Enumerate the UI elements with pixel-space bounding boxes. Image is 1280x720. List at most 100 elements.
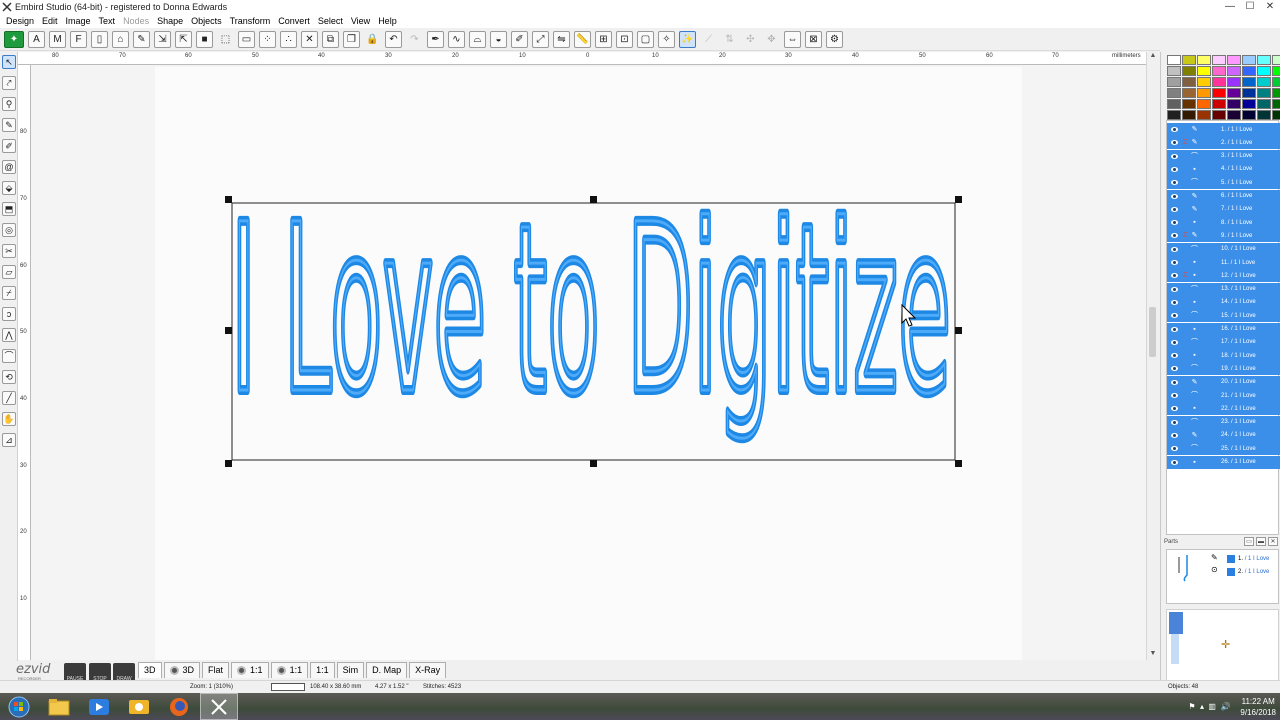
color-swatch[interactable] (1182, 99, 1196, 109)
visibility-eye-icon[interactable] (1171, 326, 1178, 332)
color-swatch[interactable] (1212, 88, 1226, 98)
object-row[interactable]: ⌒ 21. / 1 I Love (1167, 389, 1280, 402)
fill-icon[interactable]: ◒ (490, 31, 507, 48)
maximize-button[interactable]: ☐ (1240, 0, 1260, 14)
menu-text[interactable]: Text (95, 16, 120, 26)
color-swatch[interactable] (1242, 77, 1256, 87)
scroll-up-icon[interactable]: ▲ (1147, 52, 1159, 62)
eraser-tool-icon[interactable]: ▱ (2, 265, 16, 279)
curve-icon[interactable]: ∿ (448, 31, 465, 48)
edit-file-icon[interactable]: ✎ (133, 31, 150, 48)
pointer-tool-icon[interactable]: ↖ (2, 55, 16, 69)
stamp-tool-icon[interactable]: ⬙ (2, 181, 16, 195)
visibility-eye-icon[interactable] (1171, 153, 1178, 159)
taskbar-explorer[interactable] (40, 693, 78, 720)
arc-tool-icon[interactable]: ⌒ (2, 349, 16, 363)
taskbar-embird[interactable] (200, 693, 238, 720)
select-box-icon[interactable]: ⬚ (217, 31, 234, 48)
resize-handle-n[interactable] (590, 196, 597, 203)
visibility-eye-icon[interactable] (1171, 273, 1178, 279)
overview-preview[interactable]: ✛ (1166, 609, 1279, 689)
object-row[interactable]: ▪ 18. / 1 I Love (1167, 349, 1280, 363)
color-swatch[interactable] (1257, 99, 1271, 109)
color-swatch[interactable] (1167, 99, 1181, 109)
settings-gear-icon[interactable]: ⚙ (826, 31, 843, 48)
color-swatch[interactable] (1212, 66, 1226, 76)
menu-convert[interactable]: Convert (274, 16, 314, 26)
magic-wand-icon[interactable]: ✨ (679, 31, 696, 48)
color-swatch[interactable] (1272, 77, 1280, 87)
part-row[interactable]: 2. / 1 I Love (1227, 566, 1279, 577)
tab-dmap[interactable]: D. Map (366, 662, 408, 678)
object-row[interactable]: ✎ 6. / 1 I Love (1167, 189, 1280, 203)
close-button[interactable]: ✕ (1260, 0, 1280, 14)
zoom-tool-icon[interactable]: ⚲ (2, 97, 16, 111)
parts-list[interactable]: 1. / 1 I Love 2. / 1 I Love ✎ ⊙ (1166, 549, 1279, 604)
object-row[interactable]: ⌒ 15. / 1 I Love (1167, 309, 1280, 323)
color-swatch[interactable] (1212, 99, 1226, 109)
align-icon[interactable]: ⇅ (721, 31, 738, 48)
auto-digitize-icon[interactable]: ✦ (4, 31, 24, 48)
object-list[interactable]: ✎ 1. / 1 I Love Z ✎ 2. / 1 I Love ⌒ 3. / 1 I L… (1166, 120, 1280, 535)
save-icon[interactable]: ■ (196, 31, 213, 48)
visibility-eye-icon[interactable] (1171, 166, 1178, 172)
knife-tool-icon[interactable]: ⌿ (2, 286, 16, 300)
color-swatch[interactable] (1242, 99, 1256, 109)
visibility-eye-icon[interactable] (1171, 432, 1178, 438)
menu-view[interactable]: View (347, 16, 374, 26)
tab-flat[interactable]: Flat (202, 662, 230, 678)
color-swatch[interactable] (1197, 77, 1211, 87)
object-row[interactable]: Z ✎ 2. / 1 I Love (1167, 136, 1280, 150)
object-row[interactable]: ✎ 7. / 1 I Love (1167, 202, 1280, 216)
color-swatch[interactable] (1197, 55, 1211, 65)
color-swatch[interactable] (1242, 66, 1256, 76)
menu-select[interactable]: Select (314, 16, 347, 26)
undo-icon[interactable]: ↶ (385, 31, 402, 48)
taskbar-firefox[interactable] (160, 693, 198, 720)
object-row[interactable]: ⌒ 19. / 1 I Love (1167, 362, 1280, 376)
copy-icon[interactable]: ❐ (343, 31, 360, 48)
visibility-eye-icon[interactable] (1171, 180, 1178, 186)
resize-handle-s[interactable] (590, 460, 597, 467)
stop-icon[interactable]: ▢ (637, 31, 654, 48)
open-file-icon[interactable]: ⌂ (112, 31, 129, 48)
font-icon[interactable]: F (70, 31, 87, 48)
visibility-eye-icon[interactable] (1171, 127, 1178, 132)
object-row[interactable]: ⌒ 5. / 1 I Love (1167, 176, 1280, 190)
tab-xray[interactable]: X-Ray (409, 662, 447, 678)
visibility-eye-icon[interactable] (1171, 220, 1178, 226)
circle-tool-icon[interactable]: ◎ (2, 223, 16, 237)
color-swatch[interactable] (1212, 110, 1226, 120)
object-row[interactable]: ▪ 11. / 1 I Love (1167, 256, 1280, 269)
hand-tool-icon[interactable]: ✋ (2, 412, 16, 426)
menu-transform[interactable]: Transform (226, 16, 275, 26)
color-swatch[interactable] (1212, 77, 1226, 87)
object-row[interactable]: ⌒ 3. / 1 I Love (1167, 149, 1280, 163)
object-row[interactable]: ⌒ 25. / 1 I Love (1167, 442, 1280, 456)
color-swatch[interactable] (1257, 77, 1271, 87)
clock[interactable]: 11:22 AM 9/16/2018 (1240, 696, 1276, 718)
frame-icon[interactable]: ⊞ (595, 31, 612, 48)
tab-3d-shaded[interactable]: 3D (163, 662, 201, 678)
visibility-eye-icon[interactable] (1171, 193, 1178, 199)
object-row[interactable]: ✎ 1. / 1 I Love (1167, 123, 1280, 136)
color-swatch[interactable] (1212, 55, 1226, 65)
transform-icon[interactable]: ⤢ (532, 31, 549, 48)
color-swatch[interactable] (1167, 77, 1181, 87)
color-swatch[interactable] (1167, 88, 1181, 98)
color-swatch[interactable] (1167, 110, 1181, 120)
distribute-icon[interactable]: ✣ (742, 31, 759, 48)
color-swatch[interactable] (1197, 88, 1211, 98)
color-swatch[interactable] (1227, 77, 1241, 87)
lock-icon[interactable]: 🔒 (364, 31, 381, 48)
color-swatch[interactable] (1272, 99, 1280, 109)
volume-icon[interactable]: 🔊 (1220, 702, 1230, 711)
visibility-eye-icon[interactable] (1171, 339, 1178, 345)
node-tool-icon[interactable]: ⤤ (2, 76, 16, 90)
object-row[interactable]: ▪ 16. / 1 I Love (1167, 322, 1280, 336)
visibility-eye-icon[interactable] (1171, 286, 1178, 292)
color-swatch[interactable] (1242, 55, 1256, 65)
stitch-tool-icon[interactable]: ⋀ (2, 328, 16, 342)
menu-objects[interactable]: Objects (187, 16, 226, 26)
taskbar-media-player[interactable] (80, 693, 118, 720)
